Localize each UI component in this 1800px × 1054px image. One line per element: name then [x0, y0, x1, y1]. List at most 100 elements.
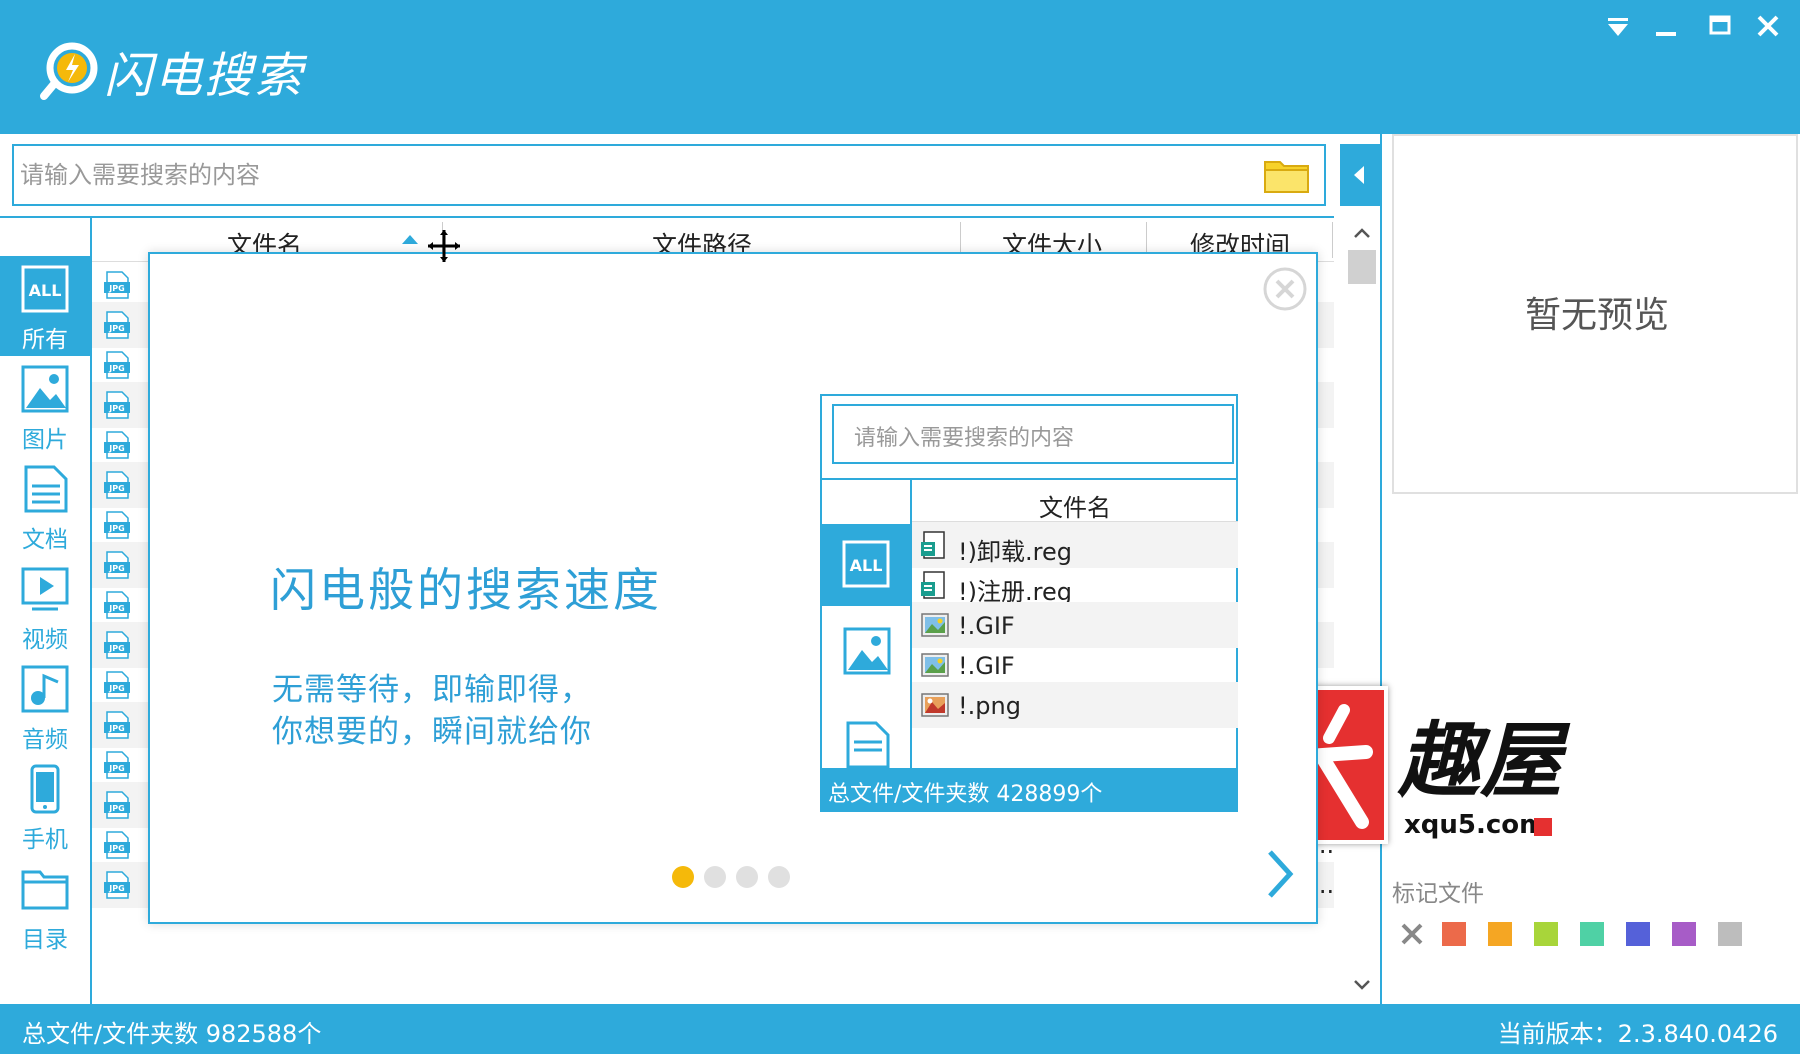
illustration-file-name: !.GIF	[958, 612, 1015, 640]
jpg-file-icon: JPG	[104, 711, 130, 739]
category-label: 音频	[22, 727, 68, 753]
jpg-file-icon: JPG	[104, 791, 130, 819]
dropdown-menu-button[interactable]	[1598, 10, 1638, 44]
gif-file-icon	[921, 613, 949, 637]
folder-icon	[21, 870, 69, 910]
all-icon: ALL	[21, 265, 69, 313]
audio-icon	[21, 665, 69, 713]
mark-color-swatch[interactable]	[1580, 922, 1604, 946]
pagination-dot[interactable]	[672, 866, 694, 888]
maximize-button[interactable]	[1700, 10, 1740, 44]
jpg-file-icon: JPG	[104, 751, 130, 779]
mark-color-swatch[interactable]	[1718, 922, 1742, 946]
sort-ascending-icon[interactable]	[400, 232, 420, 246]
mark-color-swatch[interactable]	[1626, 922, 1650, 946]
svg-text:JPG: JPG	[108, 644, 124, 653]
illustration-column-name: 文件名	[1039, 494, 1111, 522]
svg-text:JPG: JPG	[108, 444, 124, 453]
jpg-file-icon: JPG	[104, 311, 130, 339]
svg-text:JPG: JPG	[108, 884, 124, 893]
search-input[interactable]	[20, 154, 1250, 196]
category-documents[interactable]: 文档	[0, 456, 90, 556]
illustration-file-name: !.png	[958, 692, 1021, 720]
svg-text:JPG: JPG	[108, 524, 124, 533]
mark-color-swatch[interactable]	[1672, 922, 1696, 946]
column-divider[interactable]	[1332, 222, 1333, 258]
svg-text:JPG: JPG	[108, 724, 124, 733]
jpg-file-icon: JPG	[104, 391, 130, 419]
jpg-file-icon: JPG	[104, 831, 130, 859]
illustration-status-text: 总文件/文件夹数 428899个	[828, 782, 1103, 807]
category-folders[interactable]: 目录	[0, 856, 90, 956]
svg-text:JPG: JPG	[108, 844, 124, 853]
jpg-file-icon: JPG	[104, 471, 130, 499]
guide-illustration: 请输入需要搜索的内容 ALL 文件名 !)卸载.reg !)注册.reg !.G…	[820, 394, 1238, 812]
illustration-search-box: 请输入需要搜索的内容	[832, 404, 1234, 464]
pagination-dot[interactable]	[704, 866, 726, 888]
category-label: 所有	[22, 327, 68, 353]
category-phone[interactable]: 手机	[0, 756, 90, 856]
illustration-sidebar: ALL	[822, 478, 912, 769]
minimize-button[interactable]	[1646, 10, 1686, 44]
picture-icon	[21, 365, 69, 413]
jpg-file-icon: JPG	[104, 351, 130, 379]
search-box	[12, 144, 1326, 206]
svg-text:JPG: JPG	[108, 364, 124, 373]
pagination-dot[interactable]	[768, 866, 790, 888]
category-sidebar: ALL 所有 图片 文档 视频 音频 手机 目录	[0, 216, 92, 1004]
jpg-file-icon: JPG	[104, 511, 130, 539]
watermark-site: xqu5.com	[1404, 810, 1547, 840]
title-bar: 闪电搜索	[0, 0, 1800, 134]
pagination-dot[interactable]	[736, 866, 758, 888]
category-label: 图片	[22, 427, 68, 453]
category-video[interactable]: 视频	[0, 556, 90, 656]
svg-text:JPG: JPG	[108, 604, 124, 613]
clear-mark-icon[interactable]	[1396, 918, 1428, 950]
illustration-row: !.png	[912, 682, 1238, 728]
category-pictures[interactable]: 图片	[0, 356, 90, 456]
category-label: 视频	[22, 627, 68, 653]
minimize-icon	[1656, 32, 1676, 36]
close-guide-icon[interactable]	[1262, 266, 1308, 312]
status-bar: 总文件/文件夹数 982588个 当前版本：2.3.840.0426	[0, 1004, 1800, 1054]
chevron-right-icon[interactable]	[1260, 844, 1300, 904]
reg-file-icon	[921, 531, 945, 559]
category-all[interactable]: ALL 所有	[0, 256, 90, 356]
close-icon	[1757, 15, 1779, 37]
watermark-dot	[1534, 818, 1552, 836]
scroll-down-icon[interactable]	[1352, 978, 1372, 992]
guide-heading: 闪电般的搜索速度	[270, 563, 662, 617]
lightning-search-logo-icon	[40, 42, 98, 100]
watermark-text: 趣屋	[1398, 713, 1562, 809]
preview-box: 暂无预览	[1392, 134, 1798, 494]
scrollbar-thumb[interactable]	[1348, 250, 1376, 284]
svg-text:JPG: JPG	[108, 564, 124, 573]
mark-color-swatch[interactable]	[1488, 922, 1512, 946]
category-label: 目录	[22, 927, 68, 953]
triangle-down-icon	[1608, 18, 1628, 36]
png-file-icon	[921, 693, 949, 717]
mark-color-swatch[interactable]	[1534, 922, 1558, 946]
close-button[interactable]	[1748, 10, 1788, 44]
scroll-up-icon[interactable]	[1352, 226, 1372, 240]
phone-icon	[30, 764, 60, 814]
svg-text:JPG: JPG	[108, 404, 124, 413]
jpg-file-icon: JPG	[104, 271, 130, 299]
svg-text:ALL: ALL	[29, 281, 62, 300]
category-audio[interactable]: 音频	[0, 656, 90, 756]
jpg-file-icon: JPG	[104, 431, 130, 459]
folder-icon[interactable]	[1262, 156, 1312, 196]
collapse-panel-button[interactable]	[1340, 144, 1380, 206]
mark-color-swatch[interactable]	[1442, 922, 1466, 946]
illustration-search-placeholder: 请输入需要搜索的内容	[854, 426, 1075, 451]
guide-subtitle-line: 无需等待，即输即得，	[272, 672, 592, 708]
illustration-all-tab: ALL	[822, 524, 910, 606]
app-title: 闪电搜索	[104, 48, 305, 104]
preview-panel: 暂无预览 标记文件	[1380, 134, 1800, 1004]
jpg-file-icon: JPG	[104, 591, 130, 619]
jpg-file-icon: JPG	[104, 871, 130, 899]
vertical-scrollbar[interactable]	[1344, 216, 1380, 1004]
svg-text:ALL: ALL	[850, 556, 883, 575]
search-row	[0, 134, 1380, 216]
svg-text:JPG: JPG	[108, 484, 124, 493]
